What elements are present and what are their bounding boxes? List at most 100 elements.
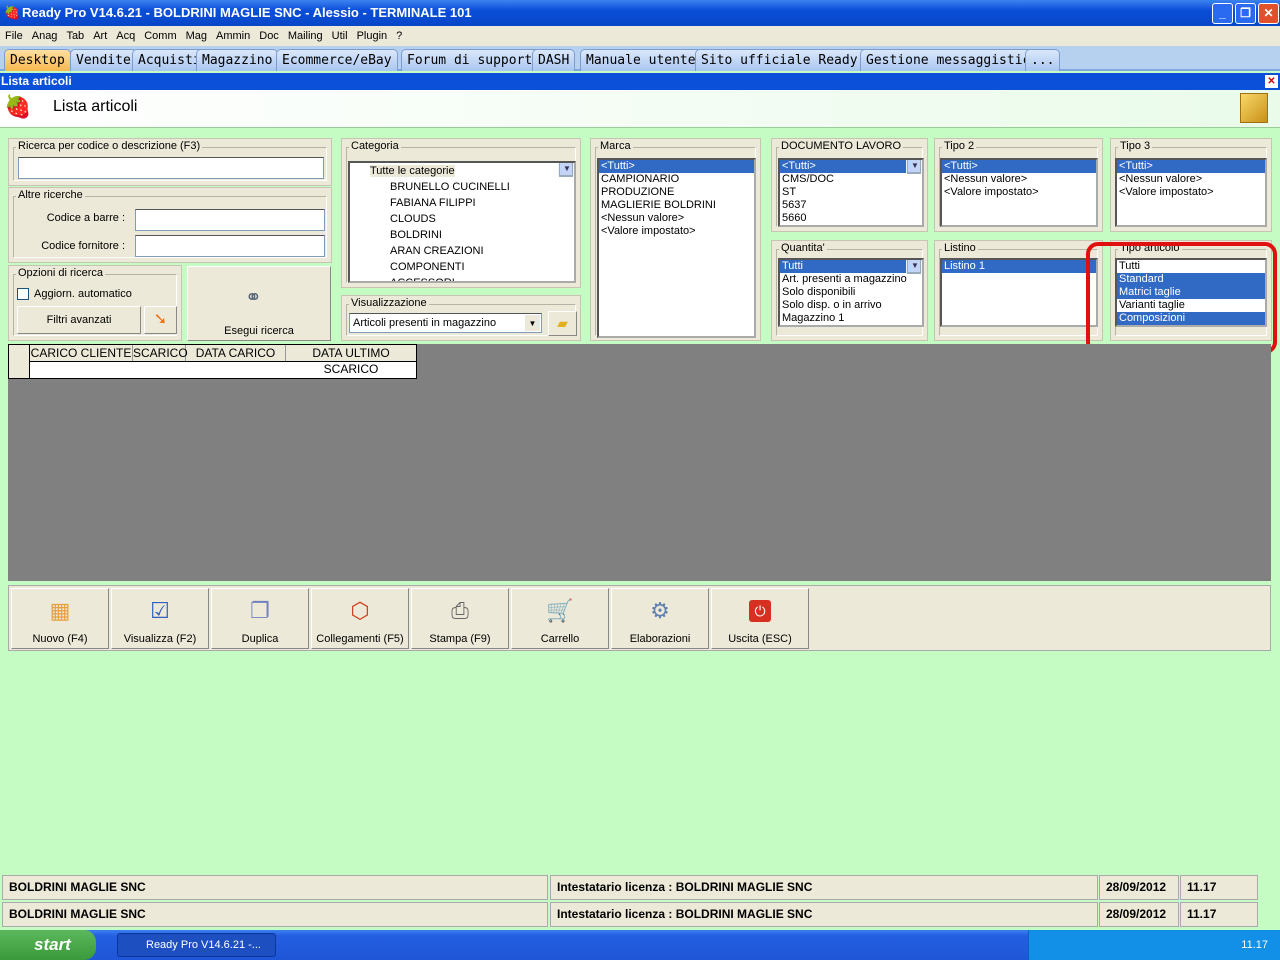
supplier-code-label: Codice fornitore : (41, 240, 125, 252)
tree-item[interactable]: BOLDRINI (350, 227, 574, 243)
strawberry-logo-icon: 🍓 (4, 94, 32, 119)
tree-item[interactable]: CLOUDS (350, 211, 574, 227)
brand-list[interactable]: <Tutti> CAMPIONARIO PRODUZIONE MAGLIERIE… (597, 158, 756, 338)
barcode-input[interactable] (135, 209, 325, 231)
tree-item[interactable]: FABIANA FILIPPI (350, 195, 574, 211)
menu-util[interactable]: Util (332, 30, 348, 42)
list-item[interactable]: <Tutti> (1117, 160, 1265, 173)
quantity-scrollbar[interactable]: ▲▼ (906, 260, 922, 274)
list-item[interactable]: <Nessun valore> (599, 212, 754, 225)
list-item[interactable]: <Valore impostato> (599, 225, 754, 238)
tree-item[interactable]: BRUNELLO CUCINELLI (350, 179, 574, 195)
search-input[interactable] (18, 157, 324, 179)
list-item[interactable]: <Tutti> (780, 160, 906, 173)
column-header[interactable]: DATA CARICO (186, 345, 286, 361)
list-item[interactable]: Tutti (780, 260, 906, 273)
menu-mag[interactable]: Mag (186, 30, 207, 42)
list-item[interactable]: CAMPIONARIO (599, 173, 754, 186)
tab-dash[interactable]: DASH (532, 49, 576, 71)
list-item[interactable]: ST (780, 186, 922, 199)
column-header[interactable]: CARICO CLIENTE (30, 345, 133, 361)
auto-update-checkbox[interactable] (17, 288, 29, 300)
tree-item[interactable]: ARAN CREAZIONI (350, 243, 574, 259)
list-item[interactable]: <Tutti> (599, 160, 754, 173)
type3-list[interactable]: <Tutti> <Nessun valore> <Valore impostat… (1115, 158, 1267, 227)
list-item[interactable]: CMS/DOC (780, 173, 922, 186)
menu-comm[interactable]: Comm (144, 30, 176, 42)
list-item[interactable]: Solo disponibili (780, 286, 922, 299)
run-search-button[interactable]: ⚭ Esegui ricerca (187, 266, 331, 341)
work-document-list[interactable]: <Tutti> CMS/DOC ST 5637 5660 ▲▼ (778, 158, 924, 227)
view-button[interactable]: ☑ Visualizza (F2) (111, 588, 209, 649)
view-group: Visualizzazione Articoli presenti in mag… (341, 295, 581, 341)
quantity-list[interactable]: Tutti Art. presenti a magazzino Solo dis… (778, 258, 924, 327)
list-item[interactable]: Listino 1 (942, 260, 1096, 273)
list-item[interactable]: <Nessun valore> (942, 173, 1096, 186)
restore-button[interactable]: ❐ (1235, 3, 1256, 24)
menu-plugin[interactable]: Plugin (357, 30, 388, 42)
tab-magazzino[interactable]: Magazzino (196, 49, 279, 71)
menu-help[interactable]: ? (396, 30, 402, 42)
column-header[interactable]: DATA ULTIMO SCARICO (286, 345, 416, 376)
tree-root[interactable]: Tutte le categorie (350, 163, 574, 179)
menu-tab[interactable]: Tab (66, 30, 84, 42)
exit-button[interactable]: ⏻ Uscita (ESC) (711, 588, 809, 649)
menu-anag[interactable]: Anag (32, 30, 58, 42)
tree-item[interactable]: COMPONENTI (350, 259, 574, 275)
list-item[interactable]: Art. presenti a magazzino (780, 273, 922, 286)
list-item[interactable]: <Valore impostato> (1117, 186, 1265, 199)
results-grid[interactable]: CARICO CLIENTE SCARICO DATA CARICO DATA … (8, 344, 1271, 581)
list-item[interactable]: Magazzino 1 (780, 312, 922, 325)
list-item[interactable]: Solo disp. o in arrivo (780, 299, 922, 312)
tree-item[interactable]: ACCESSORI (350, 275, 574, 281)
close-button[interactable]: ✕ (1258, 3, 1279, 24)
tab-manuale[interactable]: Manuale utente (580, 49, 702, 71)
list-item[interactable]: MAGLIERIE BOLDRINI (599, 199, 754, 212)
tab-more[interactable]: ... (1025, 49, 1061, 71)
menu-ammin[interactable]: Ammin (216, 30, 250, 42)
arrow-icon-button[interactable]: ➘ (144, 306, 177, 334)
start-button[interactable]: start (0, 930, 96, 960)
tab-messaggistica[interactable]: Gestione messaggistica (860, 49, 1045, 71)
tab-desktop[interactable]: Desktop (4, 49, 71, 71)
menu-doc[interactable]: Doc (259, 30, 279, 42)
work-document-legend: DOCUMENTO LAVORO (779, 140, 903, 152)
tab-forum[interactable]: Forum di supporto (401, 49, 547, 71)
list-item[interactable]: 5660 (780, 212, 922, 225)
price-list-list[interactable]: Listino 1 (940, 258, 1098, 327)
duplicate-button[interactable]: ❐ Duplica (211, 588, 309, 649)
search-options-group: Opzioni di ricerca Aggiorn. automatico F… (8, 265, 182, 341)
subwindow-close-button[interactable]: ✕ (1265, 75, 1278, 88)
tab-vendite[interactable]: Vendite (70, 49, 137, 71)
menu-acq[interactable]: Acq (116, 30, 135, 42)
folder-button[interactable]: ▰ (548, 311, 577, 336)
menu-file[interactable]: File (5, 30, 23, 42)
advanced-filters-button[interactable]: Filtri avanzati (17, 306, 141, 334)
menu-mailing[interactable]: Mailing (288, 30, 323, 42)
supplier-code-input[interactable] (135, 235, 325, 257)
title-bar: 🍓 Ready Pro V14.6.21 - BOLDRINI MAGLIE S… (0, 0, 1280, 26)
column-header[interactable]: SCARICO (133, 345, 188, 361)
list-item[interactable]: <Tutti> (942, 160, 1096, 173)
category-scrollbar[interactable]: ▲▼ (558, 163, 574, 177)
type2-list[interactable]: <Tutti> <Nessun valore> <Valore impostat… (940, 158, 1098, 227)
taskbar-app-button[interactable]: Ready Pro V14.6.21 -... (117, 933, 276, 957)
clock: 11.17 (1241, 939, 1268, 951)
list-item[interactable]: <Nessun valore> (1117, 173, 1265, 186)
list-item[interactable]: <Valore impostato> (942, 186, 1096, 199)
minimize-button[interactable]: _ (1212, 3, 1233, 24)
print-button[interactable]: ⎙ Stampa (F9) (411, 588, 509, 649)
list-item[interactable]: 5637 (780, 199, 922, 212)
category-tree[interactable]: Tutte le categorie BRUNELLO CUCINELLI FA… (348, 161, 576, 283)
cart-button[interactable]: 🛒 Carrello (511, 588, 609, 649)
list-item[interactable]: PRODUZIONE (599, 186, 754, 199)
chevron-down-icon[interactable]: ▼ (525, 315, 540, 331)
links-button[interactable]: ⬡ Collegamenti (F5) (311, 588, 409, 649)
work-document-scrollbar[interactable]: ▲▼ (906, 160, 922, 174)
view-select[interactable]: Articoli presenti in magazzino ▼ (349, 313, 542, 333)
menu-art[interactable]: Art (93, 30, 107, 42)
status-company: BOLDRINI MAGLIE SNC (2, 902, 548, 927)
processing-button[interactable]: ⚙ Elaborazioni (611, 588, 709, 649)
tab-ecommerce[interactable]: Ecommerce/eBay (276, 49, 398, 71)
new-button[interactable]: ▦ Nuovo (F4) (11, 588, 109, 649)
